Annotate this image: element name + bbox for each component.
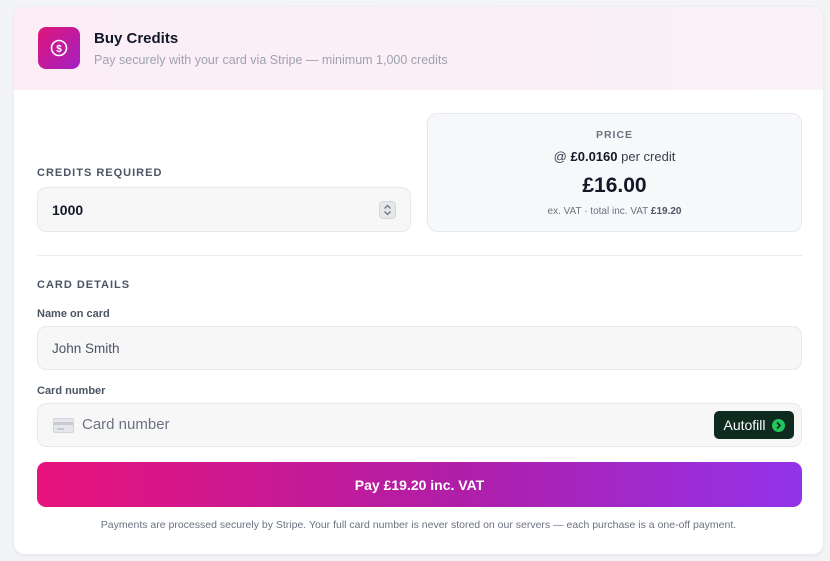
card-number-label: Card number [37,385,106,397]
card-number-field[interactable]: Card number Autofill [37,403,802,447]
buy-credits-card: $ Buy Credits Pay securely with your car… [13,6,824,555]
price-vat-prefix: ex. VAT · total inc. VAT [547,206,649,217]
stepper-arrows-icon [384,204,391,216]
credit-card-icon [53,418,74,433]
credits-quantity-input[interactable]: 1000 [37,187,411,232]
price-rate-prefix: @ [553,149,567,164]
quantity-stepper[interactable] [379,201,396,219]
price-summary: PRICE @ £0.0160 per credit £16.00 ex. VA… [427,113,802,232]
name-on-card-field[interactable]: John Smith [37,326,802,370]
svg-text:$: $ [56,44,62,55]
credits-required-label: CREDITS REQUIRED [37,167,163,179]
credits-quantity-value: 1000 [52,202,84,218]
price-label: PRICE [595,129,634,141]
card-header: $ Buy Credits Pay securely with your car… [14,7,823,90]
autofill-button[interactable]: Autofill [714,411,794,439]
price-per-credit: @ £0.0160 per credit [428,149,801,164]
card-number-placeholder: Card number [82,416,170,433]
price-rate-value: £0.0160 [570,149,618,164]
price-rate-suffix: per credit [621,149,676,164]
pay-button[interactable]: Pay £19.20 inc. VAT [37,462,802,507]
security-footnote: Payments are processed securely by Strip… [100,519,737,531]
dollar-coin-icon: $ [38,27,80,69]
name-on-card-value: John Smith [52,341,120,356]
card-details-label: CARD DETAILS [37,279,131,291]
name-on-card-label: Name on card [37,308,110,320]
page-subtitle: Pay securely with your card via Stripe —… [94,53,448,67]
arrow-right-circle-icon [771,418,785,432]
price-vat-total: £19.20 [650,206,682,217]
price-vat-note: ex. VAT · total inc. VAT £19.20 [428,206,801,217]
price-total: £16.00 [582,174,647,197]
section-divider [37,255,802,256]
autofill-label: Autofill [723,417,766,433]
page-title: Buy Credits [94,30,179,47]
